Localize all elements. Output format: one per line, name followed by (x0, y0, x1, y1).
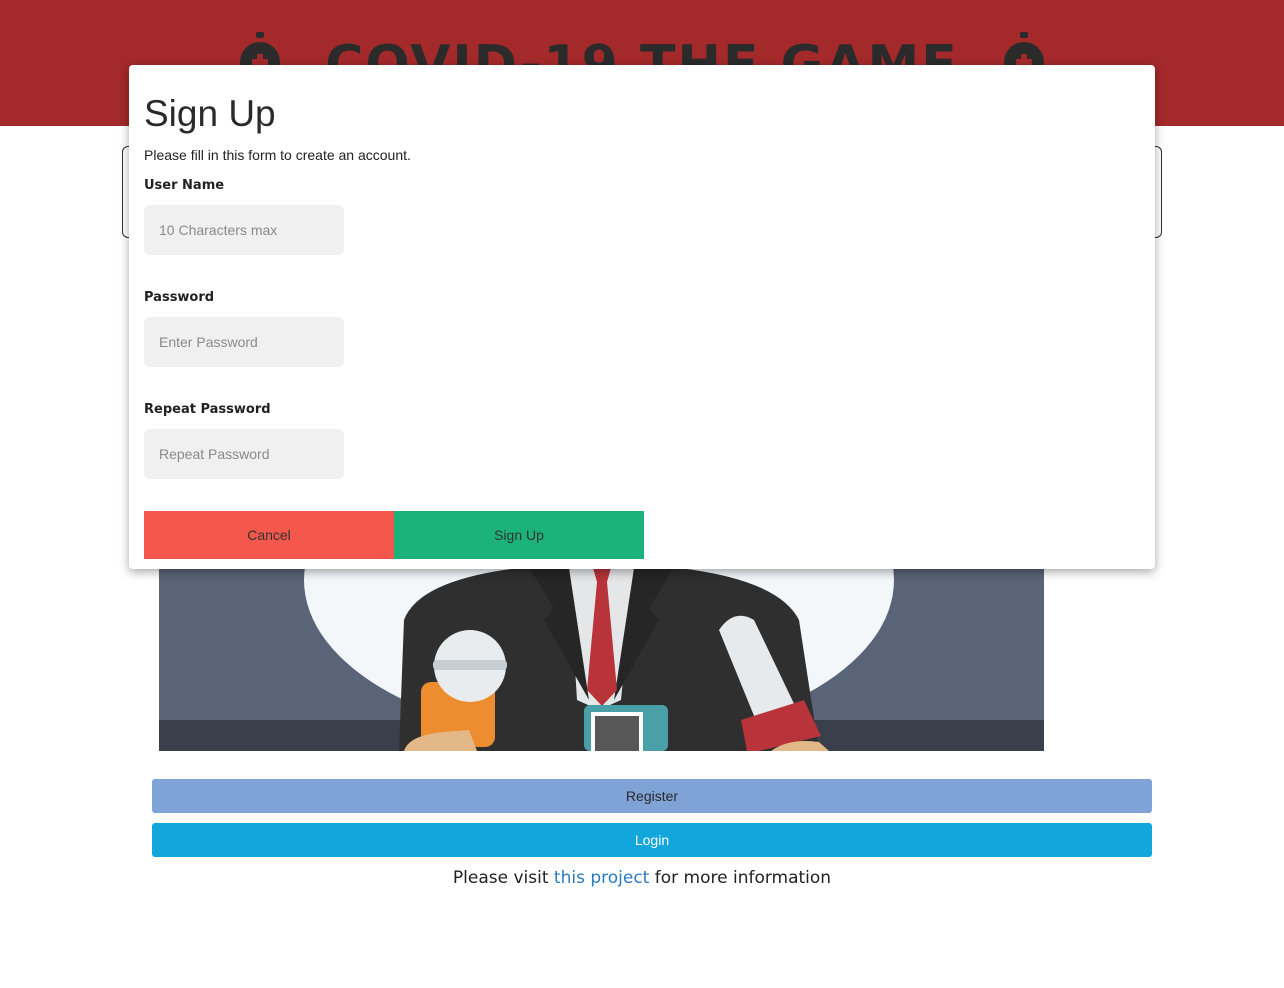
footer-info: Please visit this project for more infor… (0, 868, 1284, 888)
project-link[interactable]: this project (554, 868, 649, 888)
signup-modal: Sign Up Please fill in this form to crea… (129, 65, 1155, 569)
footer-prefix: Please visit (452, 868, 554, 888)
footer-suffix: for more information (649, 868, 832, 888)
repeat-password-label: Repeat Password (144, 402, 271, 417)
repeat-password-input[interactable] (144, 429, 344, 479)
press-conference-illustration (159, 560, 1044, 751)
cancel-button[interactable]: Cancel (144, 511, 394, 559)
username-input[interactable] (144, 205, 344, 255)
password-input[interactable] (144, 317, 344, 367)
username-label: User Name (144, 178, 225, 193)
signup-button[interactable]: Sign Up (394, 511, 644, 559)
password-label: Password (144, 290, 215, 305)
login-button[interactable]: Login (152, 823, 1152, 857)
register-button[interactable]: Register (152, 779, 1152, 813)
modal-title: Sign Up (144, 93, 276, 134)
modal-subtitle: Please fill in this form to create an ac… (144, 147, 411, 163)
